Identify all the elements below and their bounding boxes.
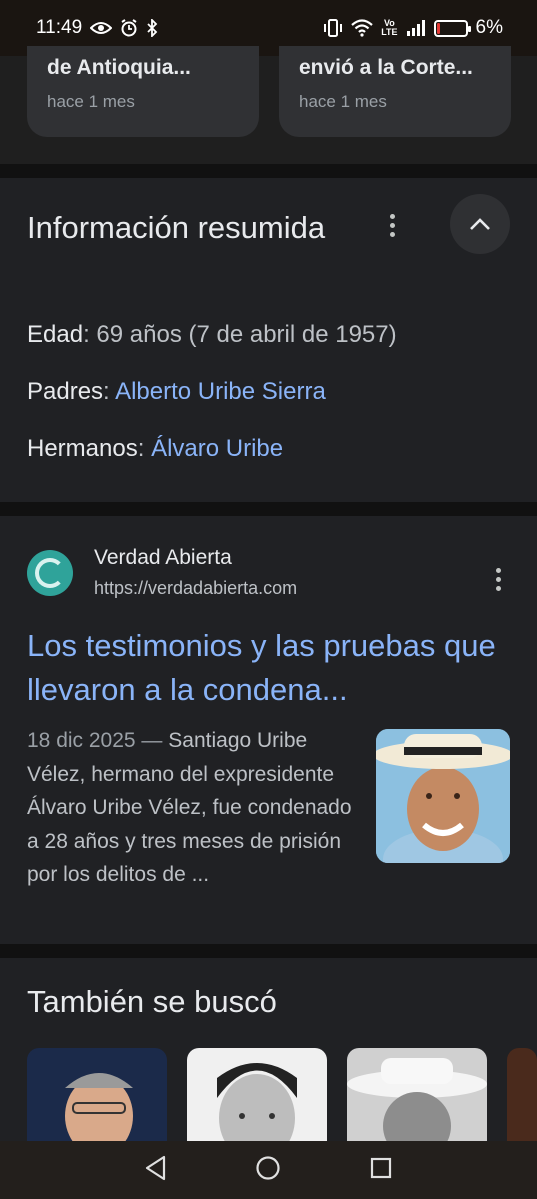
news-card[interactable]: de Antioquia... hace 1 mes bbox=[27, 46, 259, 137]
news-carousel: de Antioquia... hace 1 mes envió a la Co… bbox=[0, 46, 537, 164]
vibrate-icon bbox=[323, 19, 343, 37]
alarm-icon bbox=[120, 19, 138, 37]
info-sep: : bbox=[83, 321, 97, 348]
section-divider bbox=[0, 502, 537, 516]
eye-icon bbox=[90, 21, 113, 35]
info-row-parents: Padres: Alberto Uribe Sierra bbox=[27, 378, 326, 406]
news-card[interactable]: envió a la Corte... hace 1 mes bbox=[279, 46, 511, 137]
info-row-age: Edad: 69 años (7 de abril de 1957) bbox=[27, 321, 397, 349]
back-icon[interactable] bbox=[144, 1155, 168, 1186]
section-divider bbox=[0, 944, 537, 958]
wifi-icon bbox=[351, 19, 373, 37]
battery-percent: 6% bbox=[475, 17, 503, 38]
news-card-date: hace 1 mes bbox=[47, 92, 135, 111]
more-vert-icon[interactable] bbox=[495, 568, 501, 591]
site-name[interactable]: Verdad Abierta bbox=[94, 546, 232, 570]
news-card-title: de Antioquia... bbox=[47, 56, 191, 79]
info-link[interactable]: Álvaro Uribe bbox=[151, 435, 283, 462]
summary-panel: Información resumida Edad: 69 años (7 de… bbox=[0, 178, 537, 502]
info-sep: : bbox=[103, 378, 116, 405]
info-link[interactable]: Alberto Uribe Sierra bbox=[115, 378, 326, 405]
info-sep: : bbox=[137, 435, 152, 462]
home-icon[interactable] bbox=[255, 1155, 281, 1186]
result-snippet: 18 dic 2025 — Santiago Uribe Vélez, herm… bbox=[27, 724, 357, 892]
info-key: Edad bbox=[27, 321, 84, 348]
info-row-siblings: Hermanos: Álvaro Uribe bbox=[27, 435, 283, 463]
result-date: 18 dic 2025 — bbox=[27, 729, 163, 752]
volte-icon: Vo LTE bbox=[381, 19, 397, 37]
signal-icon bbox=[406, 20, 426, 36]
info-key: Hermanos bbox=[27, 435, 138, 462]
news-card-title: envió a la Corte... bbox=[299, 56, 473, 79]
collapse-button[interactable] bbox=[450, 194, 510, 254]
summary-title: Información resumida bbox=[27, 210, 326, 245]
also-searched-title: También se buscó bbox=[27, 984, 277, 1019]
snippet-text: Santiago Uribe Vélez, hermano del expres… bbox=[27, 729, 352, 886]
result-title-link[interactable]: Los testimonios y las pruebas que llevar… bbox=[27, 624, 497, 712]
section-divider bbox=[0, 164, 537, 178]
info-key: Padres bbox=[27, 378, 104, 405]
site-url: https://verdadabierta.com bbox=[94, 578, 298, 598]
info-value: 69 años (7 de abril de 1957) bbox=[96, 321, 397, 348]
search-result: Verdad Abierta https://verdadabierta.com… bbox=[0, 516, 537, 944]
result-thumbnail[interactable] bbox=[376, 729, 510, 863]
system-nav-bar bbox=[0, 1141, 537, 1199]
site-favicon bbox=[27, 550, 73, 596]
volte-label-bottom: LTE bbox=[381, 27, 398, 37]
recents-icon[interactable] bbox=[369, 1156, 393, 1185]
chevron-up-icon bbox=[470, 218, 490, 230]
clock: 11:49 bbox=[36, 17, 83, 38]
battery-icon bbox=[433, 19, 471, 37]
more-vert-icon[interactable] bbox=[389, 214, 395, 237]
bluetooth-icon bbox=[146, 19, 158, 37]
news-card-date: hace 1 mes bbox=[299, 92, 387, 111]
